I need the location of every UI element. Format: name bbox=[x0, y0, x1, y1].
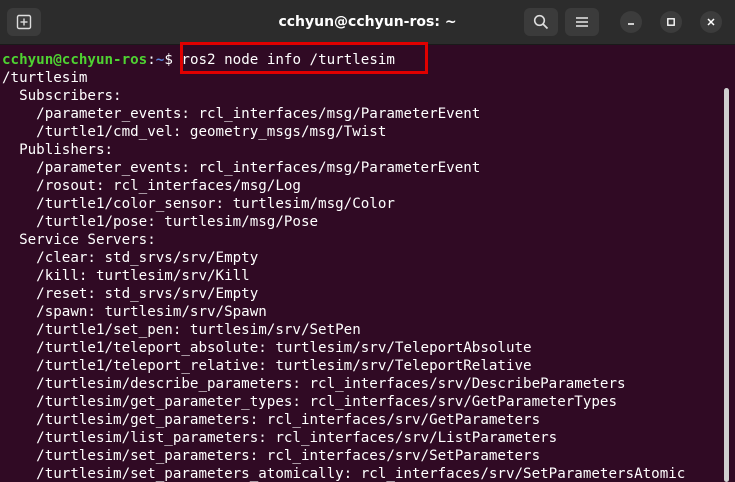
maximize-icon bbox=[667, 18, 675, 26]
output-line: /turtlesim/get_parameter_types: rcl_inte… bbox=[2, 394, 617, 410]
output-line: /turtle1/color_sensor: turtlesim/msg/Col… bbox=[2, 196, 395, 212]
search-button[interactable] bbox=[524, 8, 558, 36]
output-line: /turtlesim/list_parameters: rcl_interfac… bbox=[2, 430, 558, 446]
output-line: /turtlesim/describe_parameters: rcl_inte… bbox=[2, 376, 626, 392]
output-line: /turtlesim/set_parameters: rcl_interface… bbox=[2, 448, 541, 464]
output-line: /kill: turtlesim/srv/Kill bbox=[2, 268, 250, 284]
title-bar: cchyun@cchyun-ros: ~ bbox=[0, 0, 735, 45]
new-tab-icon bbox=[16, 14, 32, 30]
new-tab-button[interactable] bbox=[7, 8, 41, 36]
output-line: /turtle1/cmd_vel: geometry_msgs/msg/Twis… bbox=[2, 124, 387, 140]
terminal-output[interactable]: cchyun@cchyun-ros:~$ ros2 node info /tur… bbox=[0, 44, 724, 482]
scrollbar[interactable] bbox=[724, 88, 729, 482]
output-line: /turtle1/teleport_absolute: turtlesim/sr… bbox=[2, 340, 532, 356]
output-line: Subscribers: bbox=[2, 88, 122, 104]
close-icon bbox=[707, 18, 715, 26]
minimize-icon bbox=[628, 23, 634, 25]
output-line: /clear: std_srvs/srv/Empty bbox=[2, 250, 259, 266]
prompt-colon: : bbox=[147, 52, 156, 68]
output-line: /turtlesim/set_parameters_atomically: rc… bbox=[2, 466, 686, 482]
menu-button[interactable] bbox=[565, 8, 599, 36]
command-highlight-box bbox=[180, 42, 428, 74]
output-line: /parameter_events: rcl_interfaces/msg/Pa… bbox=[2, 106, 481, 122]
search-icon bbox=[533, 14, 549, 30]
terminal-window: cchyun@cchyun-ros: ~ cchyun@cchyun-ros:~… bbox=[0, 0, 735, 482]
close-button[interactable] bbox=[700, 11, 722, 33]
output-line: /turtlesim/get_parameters: rcl_interface… bbox=[2, 412, 541, 428]
maximize-button[interactable] bbox=[660, 11, 682, 33]
output-line: /turtle1/set_pen: turtlesim/srv/SetPen bbox=[2, 322, 361, 338]
output-line: /reset: std_srvs/srv/Empty bbox=[2, 286, 259, 302]
output-line: /spawn: turtlesim/srv/Spawn bbox=[2, 304, 267, 320]
prompt-symbol: $ bbox=[164, 52, 182, 68]
prompt-user-host: cchyun@cchyun-ros bbox=[2, 52, 148, 68]
minimize-button[interactable] bbox=[620, 11, 642, 33]
output-line: /turtle1/teleport_relative: turtlesim/sr… bbox=[2, 358, 532, 374]
output-line: /parameter_events: rcl_interfaces/msg/Pa… bbox=[2, 160, 481, 176]
output-line: /turtlesim bbox=[2, 70, 88, 86]
hamburger-menu-icon bbox=[576, 17, 588, 27]
output-line: Service Servers: bbox=[2, 232, 156, 248]
output-line: /rosout: rcl_interfaces/msg/Log bbox=[2, 178, 301, 194]
output-line: Publishers: bbox=[2, 142, 114, 158]
output-line: /turtle1/pose: turtlesim/msg/Pose bbox=[2, 214, 319, 230]
